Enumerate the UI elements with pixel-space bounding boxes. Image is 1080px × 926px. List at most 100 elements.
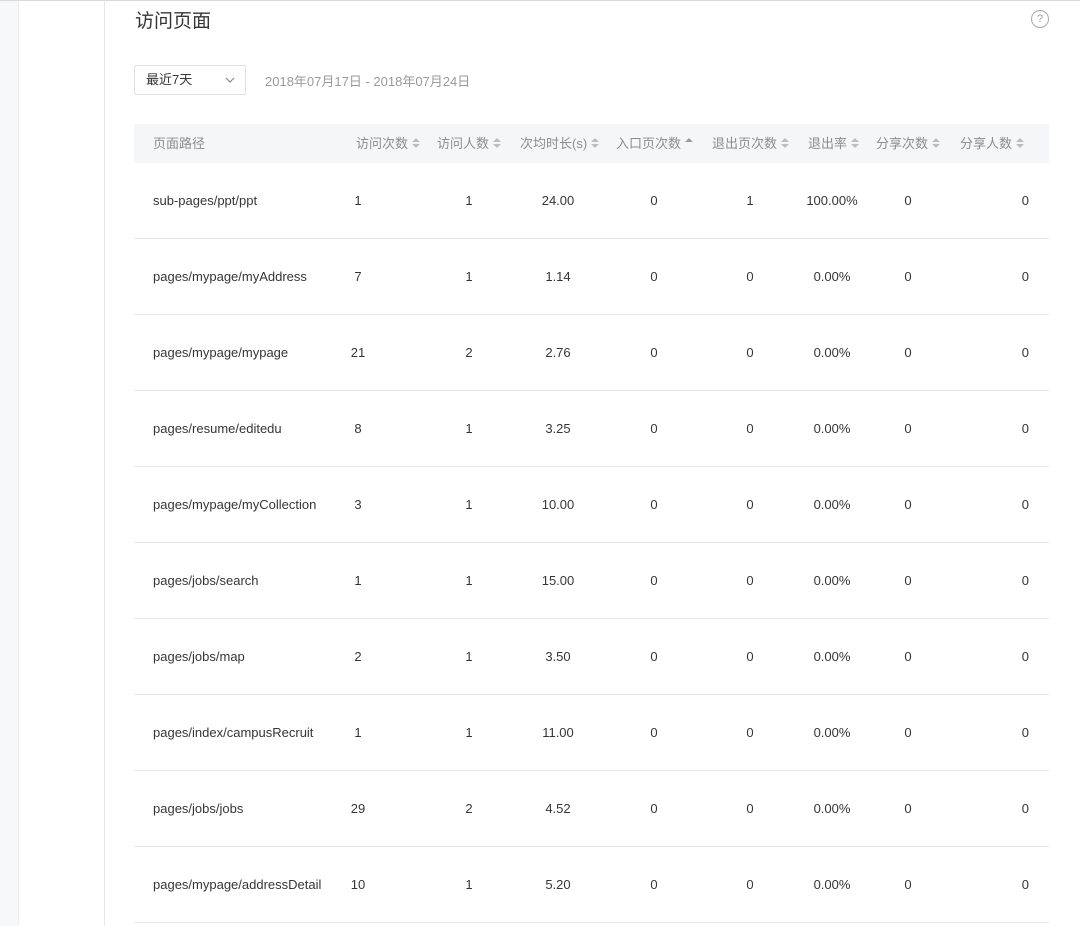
cell-visitors: 1 [465, 497, 473, 512]
cell-sharers: 0 [1021, 877, 1029, 892]
table-row: pages/jobs/map 2 1 3.50 0 0 0.00% 0 0 [134, 619, 1049, 695]
cell-share-count: 0 [904, 877, 912, 892]
cell-visits: 10 [350, 877, 366, 892]
question-circle-icon[interactable]: ? [1031, 10, 1049, 28]
cell-entry-count: 0 [650, 269, 658, 284]
cell-avg-duration: 4.52 [545, 801, 571, 816]
cell-sharers: 0 [1021, 269, 1029, 284]
header-visitors[interactable]: 访问人数 [437, 124, 502, 163]
date-range-select-label: 最近7天 [146, 72, 193, 87]
cell-exit-rate: 0.00% [813, 345, 851, 360]
cell-avg-duration: 24.00 [541, 193, 575, 208]
header-sharers[interactable]: 分享人数 [960, 124, 1025, 163]
cell-exit-count: 0 [746, 345, 754, 360]
sort-icon [932, 138, 941, 149]
cell-exit-rate: 0.00% [813, 573, 851, 588]
left-rail [0, 1, 19, 926]
cell-share-count: 0 [904, 193, 912, 208]
cell-exit-count: 0 [746, 877, 754, 892]
header-exit-rate[interactable]: 退出率 [808, 124, 860, 163]
header-visits[interactable]: 访问次数 [356, 124, 421, 163]
cell-visits: 29 [350, 801, 366, 816]
chevron-down-icon [225, 77, 235, 83]
table-row: pages/jobs/search 1 1 15.00 0 0 0.00% 0 0 [134, 543, 1049, 619]
cell-avg-duration: 3.25 [545, 421, 571, 436]
cell-exit-rate: 0.00% [813, 801, 851, 816]
cell-sharers: 0 [1021, 497, 1029, 512]
cell-exit-rate: 0.00% [813, 421, 851, 436]
cell-visits: 7 [354, 269, 362, 284]
cell-visitors: 1 [465, 269, 473, 284]
cell-sharers: 0 [1021, 725, 1029, 740]
cell-visits: 21 [350, 345, 366, 360]
cell-avg-duration: 3.50 [545, 649, 571, 664]
sort-icon [493, 138, 502, 149]
table-row: pages/mypage/myCollection 3 1 10.00 0 0 0.00% 0… [134, 467, 1049, 543]
cell-share-count: 0 [904, 649, 912, 664]
cell-visits: 1 [354, 725, 362, 740]
cell-page-path: pages/mypage/myAddress [153, 269, 307, 284]
main-content: 访问页面 ? 最近7天 2018年07月17日 - 2018年07月24日 页面… [105, 1, 1080, 926]
table-row: pages/mypage/addressDetail 10 1 5.20 0 0 0.00%… [134, 847, 1049, 923]
cell-exit-count: 0 [746, 649, 754, 664]
table-row: pages/jobs/jobs 29 2 4.52 0 0 0.00% 0 0 [134, 771, 1049, 847]
cell-page-path: pages/mypage/myCollection [153, 497, 317, 512]
cell-sharers: 0 [1021, 801, 1029, 816]
cell-exit-count: 0 [746, 573, 754, 588]
header-exit-count[interactable]: 退出页次数 [712, 124, 790, 163]
cell-entry-count: 0 [650, 877, 658, 892]
cell-sharers: 0 [1021, 649, 1029, 664]
cell-share-count: 0 [904, 573, 912, 588]
cell-entry-count: 0 [650, 725, 658, 740]
cell-exit-rate: 100.00% [806, 193, 858, 208]
cell-visits: 1 [354, 573, 362, 588]
cell-share-count: 0 [904, 497, 912, 512]
cell-visitors: 1 [465, 877, 473, 892]
cell-avg-duration: 11.00 [542, 725, 574, 740]
cell-sharers: 0 [1021, 573, 1029, 588]
cell-exit-count: 0 [746, 725, 754, 740]
date-range-select[interactable]: 最近7天 [134, 65, 246, 95]
cell-entry-count: 0 [650, 801, 658, 816]
cell-exit-count: 0 [746, 497, 754, 512]
cell-sharers: 0 [1021, 345, 1029, 360]
table-row: pages/mypage/mypage 21 2 2.76 0 0 0.00% 0 0 [134, 315, 1049, 391]
table-row: pages/mypage/myAddress 7 1 1.14 0 0 0.00% 0 0 [134, 239, 1049, 315]
header-avg-duration[interactable]: 次均时长(s) [520, 124, 600, 163]
sort-icon [412, 138, 421, 149]
cell-exit-rate: 0.00% [813, 269, 851, 284]
cell-exit-rate: 0.00% [813, 649, 851, 664]
date-range-text: 2018年07月17日 - 2018年07月24日 [265, 74, 471, 89]
page-title: 访问页面 [135, 11, 212, 32]
cell-exit-rate: 0.00% [813, 725, 851, 740]
cell-visits: 2 [354, 649, 362, 664]
cell-page-path: sub-pages/ppt/ppt [153, 193, 258, 208]
cell-page-path: pages/index/campusRecruit [153, 725, 314, 740]
cell-entry-count: 0 [650, 345, 658, 360]
cell-entry-count: 0 [650, 649, 658, 664]
cell-entry-count: 0 [650, 497, 658, 512]
header-entry-count[interactable]: 入口页次数 [616, 124, 694, 163]
cell-page-path: pages/jobs/search [153, 573, 259, 588]
sort-icon [851, 138, 860, 149]
cell-page-path: pages/mypage/mypage [153, 345, 289, 360]
cell-visitors: 1 [465, 649, 473, 664]
table-header: 页面路径 访问次数 访问人数 次均时长(s) 入口页次数 退出页次数 退出率 分… [134, 124, 1049, 163]
cell-avg-duration: 15.00 [541, 573, 575, 588]
cell-visits: 3 [354, 497, 362, 512]
cell-exit-count: 1 [746, 193, 754, 208]
cell-exit-rate: 0.00% [813, 497, 851, 512]
cell-entry-count: 0 [650, 193, 658, 208]
cell-exit-count: 0 [746, 421, 754, 436]
header-page-path: 页面路径 [153, 136, 206, 151]
sidebar-nav [19, 1, 105, 926]
cell-avg-duration: 5.20 [545, 877, 571, 892]
cell-avg-duration: 1.14 [545, 269, 571, 284]
cell-exit-rate: 0.00% [813, 877, 851, 892]
cell-exit-count: 0 [746, 269, 754, 284]
header-share-count[interactable]: 分享次数 [876, 124, 941, 163]
page-visits-table: 页面路径 访问次数 访问人数 次均时长(s) 入口页次数 退出页次数 退出率 分… [134, 124, 1049, 923]
cell-avg-duration: 2.76 [545, 345, 571, 360]
cell-page-path: pages/resume/editedu [153, 421, 282, 436]
cell-visitors: 1 [465, 725, 473, 740]
